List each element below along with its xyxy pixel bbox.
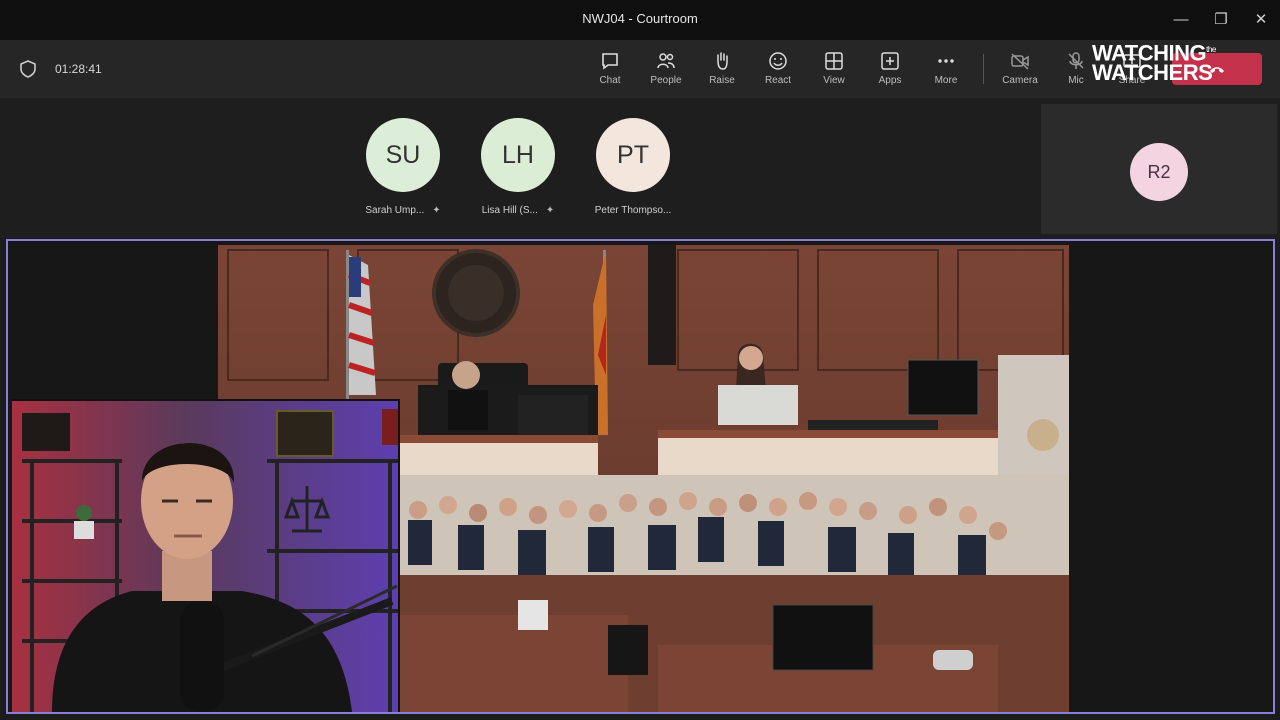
participant-tile[interactable]: LH Lisa Hill (S... ✦ (453, 118, 583, 216)
commentator-video (12, 399, 400, 712)
view-label: View (823, 75, 845, 86)
meeting-timer: 01:28:41 (55, 62, 102, 76)
window-title: NWJ04 - Courtroom (582, 11, 698, 26)
hand-icon (717, 52, 728, 70)
camera-button[interactable]: Camera (994, 48, 1046, 94)
mic-muted-icon: ✦ (432, 205, 441, 216)
chat-label: Chat (599, 75, 621, 86)
camera-off-icon (1011, 53, 1029, 70)
more-button[interactable]: More (920, 48, 972, 94)
raise-label: Raise (709, 75, 735, 86)
react-button[interactable]: React (752, 48, 804, 94)
meeting-toolbar: 01:28:41 Chat People Raise React View Ap… (0, 40, 1280, 98)
participant-name: Peter Thompso... (594, 205, 672, 216)
restore-button[interactable]: ❐ (1208, 8, 1234, 32)
watermark-logo: WATCHINGthe WATCHERS (1092, 40, 1252, 86)
avatar: LH (481, 118, 555, 192)
grid-icon (825, 52, 843, 70)
apps-label: Apps (878, 75, 902, 86)
smiley-icon (769, 52, 787, 70)
participant-name: Lisa Hill (S... (481, 205, 538, 216)
apps-button[interactable]: Apps (864, 48, 916, 94)
participant-tile[interactable]: PT Peter Thompso... (568, 118, 698, 216)
raise-hand-button[interactable]: Raise (696, 48, 748, 94)
participant-tile[interactable]: SU Sarah Ump... ✦ (338, 118, 468, 216)
view-button[interactable]: View (808, 48, 860, 94)
main-video-stage (6, 239, 1275, 714)
people-icon (657, 53, 675, 69)
title-bar: NWJ04 - Courtroom — ❐ ✕ (0, 0, 1280, 40)
participant-name: Sarah Ump... (365, 205, 425, 216)
self-view-tile[interactable]: R2 (1041, 104, 1277, 234)
participant-name-row: Sarah Ump... ✦ (338, 205, 468, 216)
chat-button[interactable]: Chat (584, 48, 636, 94)
mic-off-icon (1068, 52, 1084, 69)
avatar: R2 (1130, 143, 1188, 201)
toolbar-divider (983, 54, 984, 84)
people-button[interactable]: People (640, 48, 692, 94)
people-label: People (650, 75, 682, 86)
chat-icon (602, 53, 618, 70)
participant-name-row: Peter Thompso... (568, 205, 698, 216)
avatar: SU (366, 118, 440, 192)
close-button[interactable]: ✕ (1248, 8, 1274, 32)
minimize-button[interactable]: — (1168, 8, 1194, 32)
more-icon (938, 59, 954, 63)
camera-label: Camera (1002, 75, 1038, 86)
watermark-line2: WATCHERS (1092, 60, 1213, 86)
react-label: React (764, 75, 792, 86)
mic-muted-icon: ✦ (545, 205, 555, 216)
commentator-scene (12, 401, 398, 712)
more-label: More (934, 75, 958, 86)
shield-icon (20, 60, 36, 78)
watermark-small: the (1206, 45, 1216, 54)
avatar: PT (596, 118, 670, 192)
participant-name-row: Lisa Hill (S... ✦ (453, 205, 583, 216)
plus-icon (881, 52, 899, 70)
